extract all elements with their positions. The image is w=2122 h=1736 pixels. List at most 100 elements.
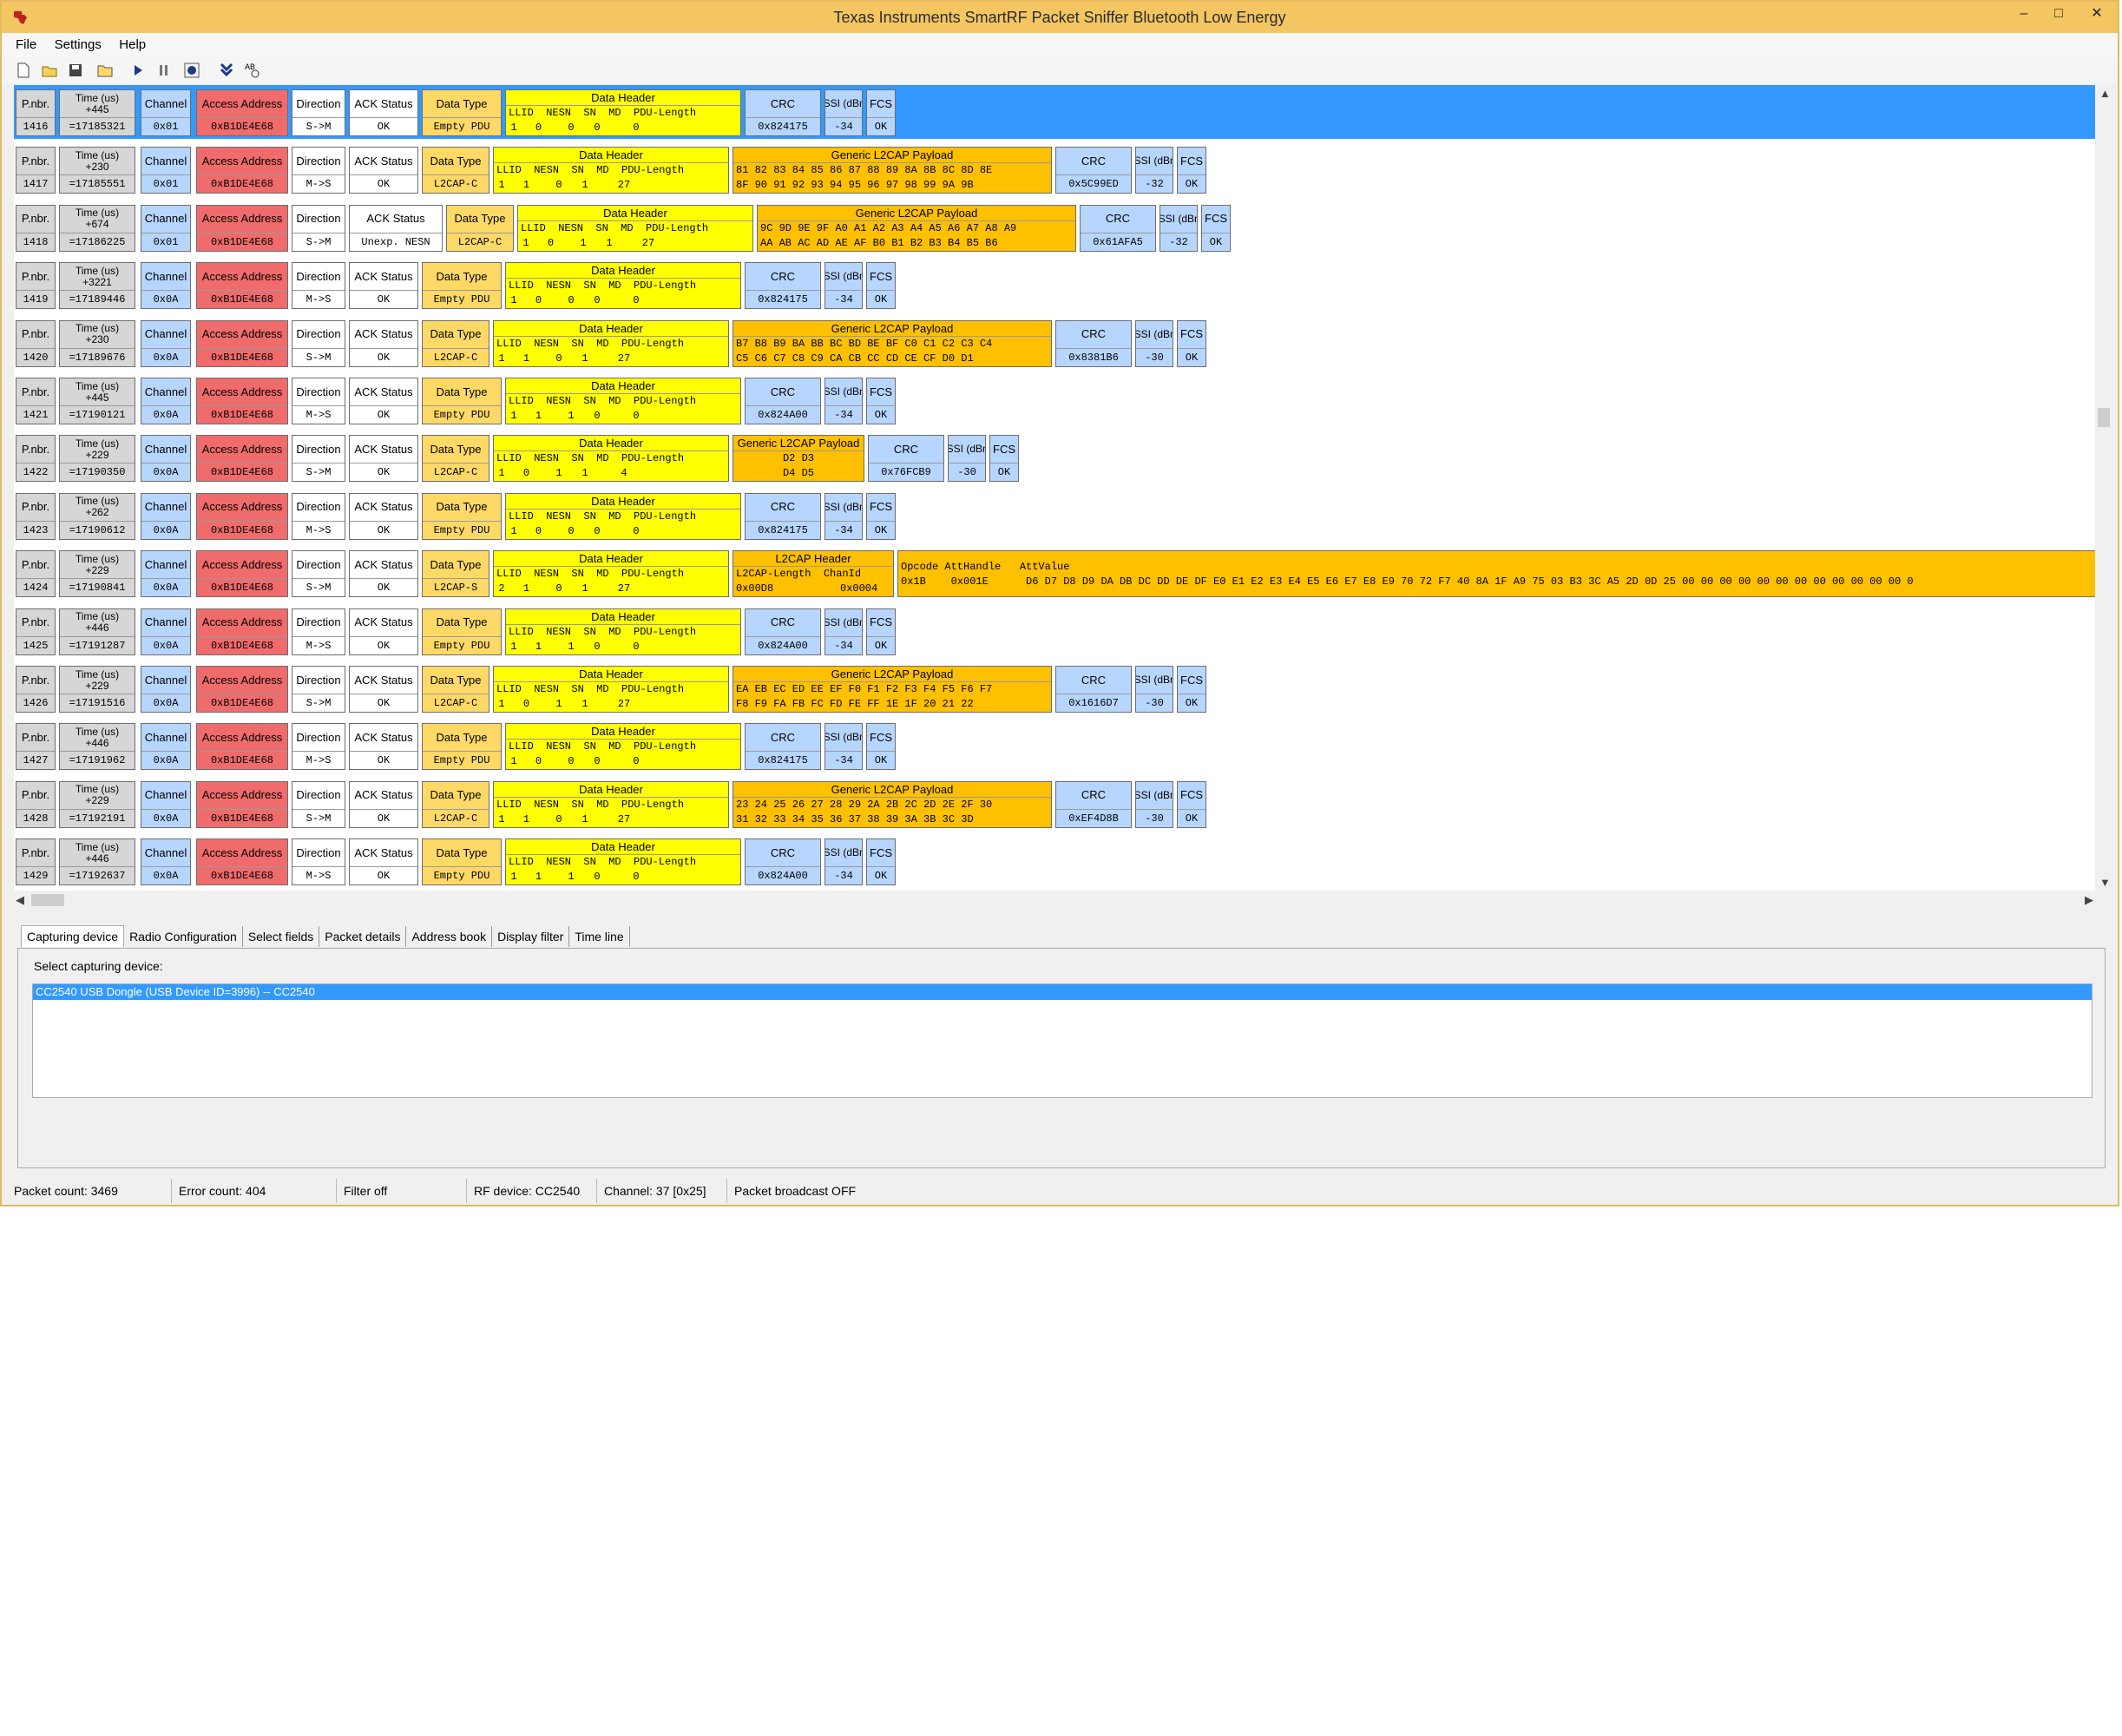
- ack-status-label: ACK Status: [350, 148, 417, 176]
- field-title: Direction: [296, 154, 341, 168]
- scroll-icon[interactable]: [182, 61, 201, 80]
- channel: Channel 0x0A: [141, 666, 191, 713]
- ack-status-label: ACK Status: [350, 551, 417, 580]
- packet-row[interactable]: P.nbr. 1426 Time (us) +229 =17191516 Channel 0…: [14, 661, 2095, 715]
- packet-list[interactable]: P.nbr. 1416 Time (us) +445 =17185321 Channel 0…: [14, 85, 2095, 891]
- ack-status-value: Unexp. NESN: [361, 235, 430, 248]
- field-title: CRC: [770, 96, 796, 110]
- fcs: FCS OK: [866, 89, 896, 136]
- scroll-left-icon[interactable]: ◀: [16, 893, 24, 907]
- open-icon[interactable]: [40, 61, 59, 80]
- broadcast-status: Packet broadcast OFF: [734, 1184, 857, 1198]
- packet-row[interactable]: P.nbr. 1416 Time (us) +445 =17185321 Channel 0…: [14, 85, 2095, 139]
- data-type: Data Type L2CAP-C: [422, 780, 489, 828]
- l2cap-payload-line: EA EB EC ED EE EF F0 F1 F2 F3 F4 F5 F6 F…: [736, 683, 993, 695]
- packet-row[interactable]: P.nbr. 1418 Time (us) +674 =17186225 Channel 0…: [14, 201, 2095, 254]
- tab-time-line[interactable]: Time line: [569, 926, 630, 947]
- header-len: 4: [621, 467, 627, 480]
- packet-row[interactable]: P.nbr. 1420 Time (us) +230 =17189676 Channel 0…: [14, 316, 2095, 370]
- maximize-button[interactable]: □: [2043, 2, 2074, 26]
- minimize-button[interactable]: –: [2008, 2, 2040, 26]
- header-sn: 0: [555, 179, 562, 192]
- ack-status: ACK Status OK: [349, 147, 418, 194]
- fcs-label: FCS: [1178, 148, 1206, 176]
- field-title: +229: [85, 794, 109, 807]
- crc-value: 0x5C99ED: [1068, 178, 1119, 191]
- menu-help[interactable]: Help: [112, 33, 153, 57]
- tab-packet-details[interactable]: Packet details: [319, 926, 407, 947]
- packet-row[interactable]: P.nbr. 1419 Time (us) +3221 =17189446 Channel…: [14, 258, 2095, 312]
- device-list[interactable]: CC2540 USB Dongle (USB Device ID=3996) -…: [32, 983, 2092, 1098]
- channel-label: Channel: [141, 609, 190, 637]
- packet-row[interactable]: P.nbr. 1428 Time (us) +229 =17192191 Channel 0…: [14, 777, 2095, 831]
- packet-row[interactable]: P.nbr. 1421 Time (us) +445 =17190121 Channel 0…: [14, 373, 2095, 427]
- rssi-label: RSSI (dBm): [825, 494, 862, 522]
- packet-number: P.nbr. 1417: [16, 147, 56, 194]
- fcs-value: OK: [874, 870, 888, 883]
- scroll-down-icon[interactable]: ▼: [2099, 876, 2111, 889]
- packet-row[interactable]: P.nbr. 1424 Time (us) +229 =17190841 Channel 0…: [14, 546, 2095, 600]
- device-item[interactable]: CC2540 USB Dongle (USB Device ID=3996) -…: [33, 984, 2092, 1000]
- down-icon[interactable]: [217, 61, 236, 80]
- scroll-thumb[interactable]: [2098, 408, 2110, 427]
- access-address-label: Access Address: [197, 206, 287, 233]
- new-icon[interactable]: [14, 61, 33, 80]
- menu-settings[interactable]: Settings: [48, 33, 108, 57]
- save-icon[interactable]: [66, 61, 85, 80]
- data-header: Data Header LLID NESN SN MD PDU-Length 1 0 1…: [517, 204, 753, 252]
- header-llid: 1: [498, 812, 505, 825]
- tab-capturing-device[interactable]: Capturing device: [21, 925, 125, 947]
- scroll-up-icon[interactable]: ▲: [2099, 87, 2111, 100]
- rssi: RSSI (dBm) -30: [948, 435, 986, 483]
- data-header-line: LLID NESN SN MD PDU-Length: [496, 683, 685, 695]
- packet-row[interactable]: P.nbr. 1422 Time (us) +229 =17190350 Channel 0…: [14, 431, 2095, 484]
- fcs: FCS OK: [1177, 666, 1206, 713]
- packet-row[interactable]: P.nbr. 1425 Time (us) +446 =17191287 Channel 0…: [14, 604, 2095, 658]
- scroll-right-icon[interactable]: ▶: [2085, 893, 2093, 907]
- packet-row[interactable]: P.nbr. 1417 Time (us) +230 =17185551 Channel 0…: [14, 142, 2095, 196]
- data-header-line: LLID NESN SN MD PDU-Length: [496, 164, 685, 177]
- packet-number-label: P.nbr.: [16, 378, 55, 406]
- vertical-scrollbar[interactable]: ▲ ▼: [2095, 85, 2112, 891]
- tab-select-fields[interactable]: Select fields: [243, 926, 320, 947]
- crc-value: 0x824175: [758, 523, 808, 536]
- tab-radio-configuration[interactable]: Radio Configuration: [124, 926, 243, 947]
- fcs-label: FCS: [1178, 667, 1206, 694]
- field-title: Channel: [144, 385, 187, 398]
- packet-time-label: Time (us) +445: [60, 90, 135, 118]
- abc-icon[interactable]: AB: [243, 61, 262, 80]
- l2cap-payload: Generic L2CAP Payload B7 B8 B9 BA BB BC B…: [733, 319, 1052, 367]
- field-title: ACK Status: [366, 212, 425, 226]
- packet-row[interactable]: P.nbr. 1423 Time (us) +262 =17190612 Channel 0…: [14, 489, 2095, 542]
- channel-value: 0x0A: [153, 293, 179, 306]
- packet-time-value: =17192191: [69, 812, 126, 825]
- ack-status-label: ACK Status: [350, 839, 417, 868]
- data-type-value: L2CAP-C: [433, 466, 478, 479]
- tab-address-book[interactable]: Address book: [406, 926, 493, 947]
- packet-row[interactable]: P.nbr. 1429 Time (us) +446 =17192637 Channel 0…: [14, 834, 2095, 888]
- play-icon[interactable]: [128, 61, 148, 80]
- menu-file[interactable]: File: [9, 33, 43, 57]
- channel-value: 0x0A: [153, 523, 179, 536]
- field-title: ACK Status: [354, 730, 413, 744]
- field-title: Channel: [144, 327, 187, 341]
- fcs: FCS OK: [1201, 204, 1231, 252]
- hscroll-thumb[interactable]: [31, 894, 64, 906]
- folder-icon[interactable]: [95, 61, 115, 80]
- pause-icon[interactable]: [154, 61, 174, 80]
- field-title: +262: [85, 506, 109, 519]
- channel-label: Channel: [141, 263, 190, 292]
- rssi: RSSI (dBm) -34: [824, 723, 863, 771]
- access-address-value: 0xB1DE4E68: [210, 178, 273, 191]
- access-address-label: Access Address: [197, 551, 287, 580]
- tab-display-filter[interactable]: Display filter: [492, 926, 570, 947]
- close-button[interactable]: ✕: [2081, 2, 2112, 26]
- horizontal-scrollbar[interactable]: ◀ ▶: [14, 892, 2095, 908]
- field-title: Direction: [296, 327, 341, 341]
- packet-row[interactable]: P.nbr. 1427 Time (us) +446 =17191962 Channel 0…: [14, 719, 2095, 773]
- access-address: Access Address 0xB1DE4E68: [196, 147, 288, 194]
- data-type: Data Type Empty PDU: [422, 262, 502, 310]
- packet-time-label: Time (us) +446: [60, 724, 135, 753]
- ack-status-value: OK: [377, 466, 391, 479]
- error-count: Error count: 404: [172, 1179, 337, 1203]
